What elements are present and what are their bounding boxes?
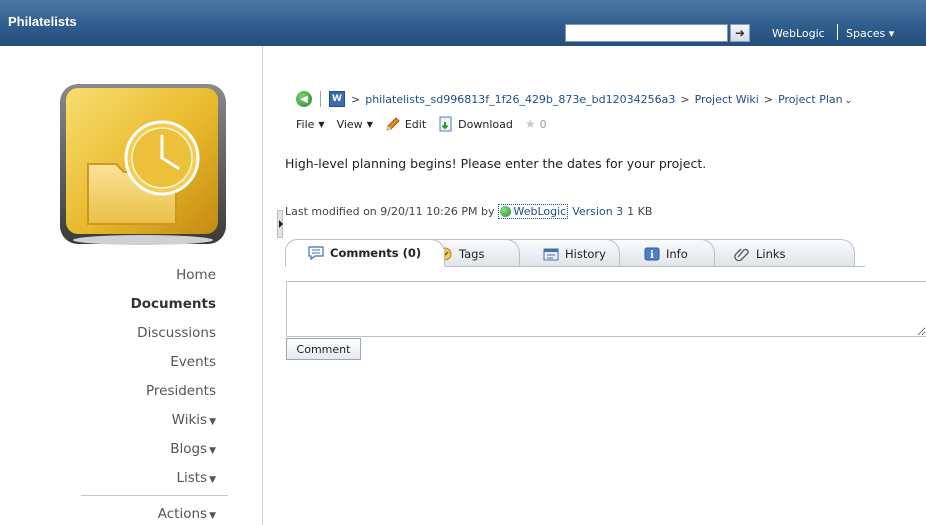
spaces-menu[interactable]: Spaces ▾ [846,27,894,40]
document-tabs: Links i Info History Tags Comments (0) [285,239,865,267]
download-icon [439,116,452,132]
nav-lists-menu[interactable]: Lists ▼ [176,470,216,486]
caret-down-icon: ▼ [209,475,216,485]
breadcrumb-separator: > [763,92,774,106]
user-link[interactable]: WebLogic [772,27,825,40]
header-divider [837,24,838,40]
breadcrumb-divider [320,91,321,107]
comment-icon [308,246,324,260]
document-description: High-level planning begins! Please enter… [285,156,707,171]
pencil-icon [386,117,400,131]
breadcrumb: ◀ W > philatelists_sd996813f_1f26_429b_8… [296,89,852,109]
comment-button[interactable]: Comment [286,338,361,360]
caret-down-icon: ▼ [366,119,373,129]
panel-toggle-handle[interactable] [277,210,283,238]
version-link[interactable]: Version 3 [572,205,623,218]
tab-comments[interactable]: Comments (0) [285,239,445,267]
info-icon: i [644,247,660,261]
breadcrumb-space[interactable]: philatelists_sd996813f_1f26_429b_873e_bd… [365,93,675,106]
modified-by-user-link[interactable]: WebLogic [498,204,569,219]
nav-events[interactable]: Events [170,354,216,370]
history-icon [543,247,559,261]
rating-star-icon[interactable]: ★ [525,117,536,131]
top-header-bar: Philatelists ➜ WebLogic Spaces ▾ [0,0,926,46]
search-go-button[interactable]: ➜ [730,24,750,42]
nav-discussions[interactable]: Discussions [137,325,216,341]
file-size: 1 KB [627,205,653,218]
space-logo-icon [58,82,228,248]
caret-down-icon: ▼ [209,511,216,521]
sidebar-divider-line [81,495,228,496]
caret-down-icon: ▼ [209,417,216,427]
arrow-right-icon: ➜ [734,26,746,40]
app-title: Philatelists [8,14,77,29]
comment-input[interactable] [286,281,926,337]
document-toolbar: File ▼ View ▼ Edit Download ★ 0 [296,114,547,134]
chevron-down-icon: ⌄ [844,95,853,106]
breadcrumb-project-wiki[interactable]: Project Wiki [695,93,759,106]
nav-documents[interactable]: Documents [131,296,216,312]
breadcrumb-separator: > [351,92,361,106]
file-menu[interactable]: File ▼ [296,118,325,131]
nav-presidents[interactable]: Presidents [146,383,216,399]
view-menu[interactable]: View ▼ [337,118,373,131]
breadcrumb-project-plan[interactable]: Project Plan ⌄ [778,93,852,106]
nav-wikis-menu[interactable]: Wikis ▼ [172,412,216,428]
download-button[interactable]: Download [438,116,513,132]
caret-down-icon: ▼ [209,446,216,456]
presence-online-icon [500,206,512,217]
link-icon [734,247,750,261]
back-icon[interactable]: ◀ [296,91,312,107]
svg-text:i: i [650,250,654,261]
main-content: ◀ W > philatelists_sd996813f_1f26_429b_8… [263,46,926,525]
last-modified-text: Last modified on 9/20/11 10:26 PM by [285,205,495,218]
document-metadata: Last modified on 9/20/11 10:26 PM by Web… [285,204,652,219]
nav-home[interactable]: Home [176,267,216,283]
breadcrumb-separator: > [680,92,690,106]
wiki-icon: W [329,91,345,107]
nav-actions-menu[interactable]: Actions ▼ [158,506,216,522]
search-input[interactable] [565,24,728,42]
caret-down-icon: ▼ [318,119,325,129]
edit-button[interactable]: Edit [385,116,426,132]
sidebar: Home Documents Discussions Events Presid… [0,46,262,525]
rating-count: 0 [539,117,547,131]
nav-blogs-menu[interactable]: Blogs ▼ [170,441,216,457]
